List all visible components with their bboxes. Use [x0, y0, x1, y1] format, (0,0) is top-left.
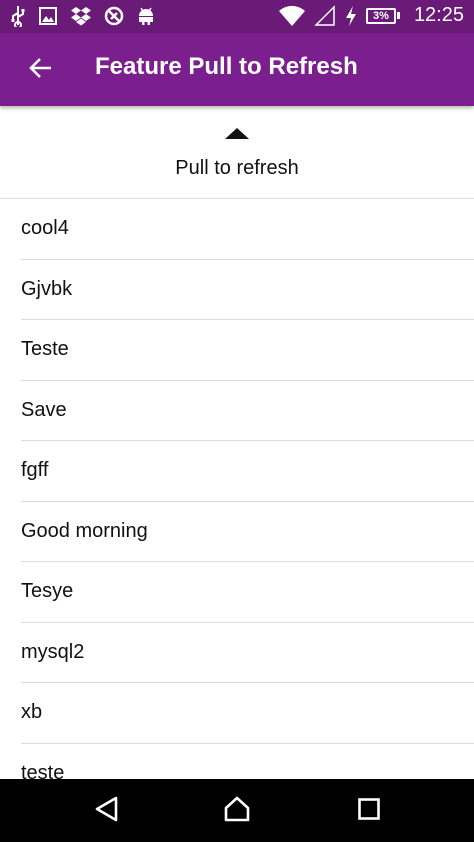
list-item[interactable]: mysql2 [21, 623, 474, 683]
navigation-bar [0, 779, 474, 842]
battery-level: 3% [365, 7, 396, 24]
list-item-label: mysql2 [21, 640, 85, 663]
image-icon [38, 6, 58, 26]
list-item[interactable]: Save [21, 381, 474, 441]
list-item[interactable]: Tesye [21, 562, 474, 623]
nav-home-button[interactable] [222, 796, 252, 826]
list-item-label: Good morning [21, 519, 148, 542]
pull-to-refresh-header: Pull to refresh [0, 106, 474, 199]
system-icons: 3% 12:25 [278, 4, 464, 27]
app-bar: Feature Pull to Refresh [0, 33, 474, 106]
list-item-label: cool4 [21, 217, 69, 239]
list-item-label: fgff [21, 459, 49, 481]
list-item[interactable]: xb [21, 683, 474, 744]
pull-to-refresh-label: Pull to refresh [175, 157, 299, 179]
status-bar: 3% 12:25 [0, 0, 474, 33]
android-icon [136, 6, 156, 26]
status-clock: 12:25 [413, 4, 464, 26]
screen: 3% 12:25 Feature Pull to Refresh Pull to… [0, 0, 474, 842]
no-signal-icon [104, 6, 124, 26]
list-item-label: Tesye [21, 580, 74, 602]
list-item[interactable]: Teste [21, 320, 474, 381]
back-button[interactable] [20, 49, 62, 91]
usb-icon [10, 5, 26, 27]
list-item-label: Gjvbk [21, 277, 73, 300]
nav-recents-button[interactable] [354, 796, 384, 826]
list-item-label: xb [21, 701, 43, 723]
list-item-label: Save [21, 398, 67, 421]
arrow-back-icon [29, 56, 53, 85]
list-item[interactable]: cool4 [21, 199, 474, 260]
arrow-up-icon [225, 128, 249, 139]
list-item[interactable]: Good morning [21, 502, 474, 562]
notification-icons [10, 5, 156, 27]
page-title: Feature Pull to Refresh [95, 53, 358, 80]
recents-icon [357, 797, 381, 826]
charging-icon [344, 5, 358, 27]
dropbox-icon [70, 6, 92, 26]
cell-signal-icon [314, 4, 336, 27]
wifi-icon [278, 5, 306, 27]
item-list[interactable]: cool4 Gjvbk Teste Save fgff Good morning… [0, 199, 474, 804]
list-item[interactable]: fgff [21, 441, 474, 502]
battery-icon: 3% [365, 7, 400, 24]
back-triangle-icon [94, 796, 120, 827]
list-item-label: Teste [21, 338, 69, 360]
list-item[interactable]: Gjvbk [21, 260, 474, 320]
nav-back-button[interactable] [92, 796, 122, 826]
home-icon [223, 795, 251, 828]
